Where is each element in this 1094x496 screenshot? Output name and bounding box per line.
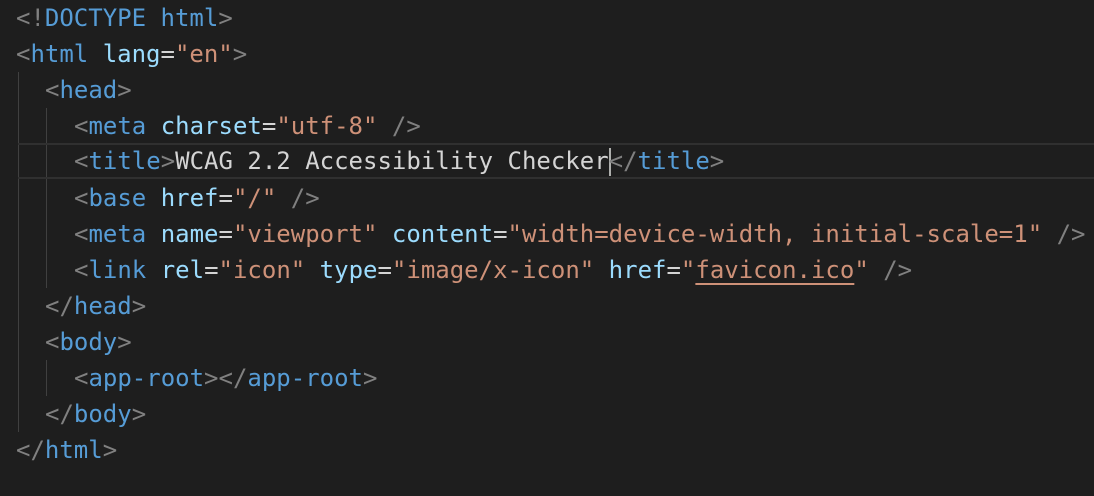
code-text: <title>WCAG 2.2 Accessibility Checker</t… [74,147,725,176]
code-line[interactable]: <meta charset="utf-8" /> [0,108,1094,144]
code-text: <body> [45,328,132,356]
code-line[interactable]: <meta name="viewport" content="width=dev… [0,216,1094,252]
code-line[interactable]: <!DOCTYPE html> [0,0,1094,36]
code-line[interactable]: </html> [0,432,1094,468]
code-text: </head> [45,292,147,320]
code-line[interactable]: <app-root></app-root> [0,360,1094,396]
code-text: </html> [16,436,118,464]
file-link[interactable]: favicon.ico [695,256,854,284]
code-text: <meta name="viewport" content="width=dev… [74,220,1086,248]
code-line[interactable]: </head> [0,288,1094,324]
code-text: <html lang="en"> [16,40,248,68]
code-text: <base href="/" /> [74,184,320,212]
code-line[interactable]: <html lang="en"> [0,36,1094,72]
code-text: <link rel="icon" type="image/x-icon" hre… [74,256,913,284]
code-text: <meta charset="utf-8" /> [74,112,421,140]
code-text: <!DOCTYPE html> [16,4,233,32]
code-text: </body> [45,400,147,428]
code-line[interactable]: <base href="/" /> [0,180,1094,216]
code-line[interactable]: </body> [0,396,1094,432]
code-line[interactable]: <head> [0,72,1094,108]
code-text: <head> [45,76,132,104]
code-text: <app-root></app-root> [74,364,378,392]
code-line[interactable]: <link rel="icon" type="image/x-icon" hre… [0,252,1094,288]
code-editor[interactable]: <!DOCTYPE html> <html lang="en"> <head> … [0,0,1094,496]
code-area[interactable]: <!DOCTYPE html> <html lang="en"> <head> … [0,0,1094,496]
code-line-current[interactable]: <title>WCAG 2.2 Accessibility Checker</t… [18,143,1094,179]
code-line[interactable]: <body> [0,324,1094,360]
